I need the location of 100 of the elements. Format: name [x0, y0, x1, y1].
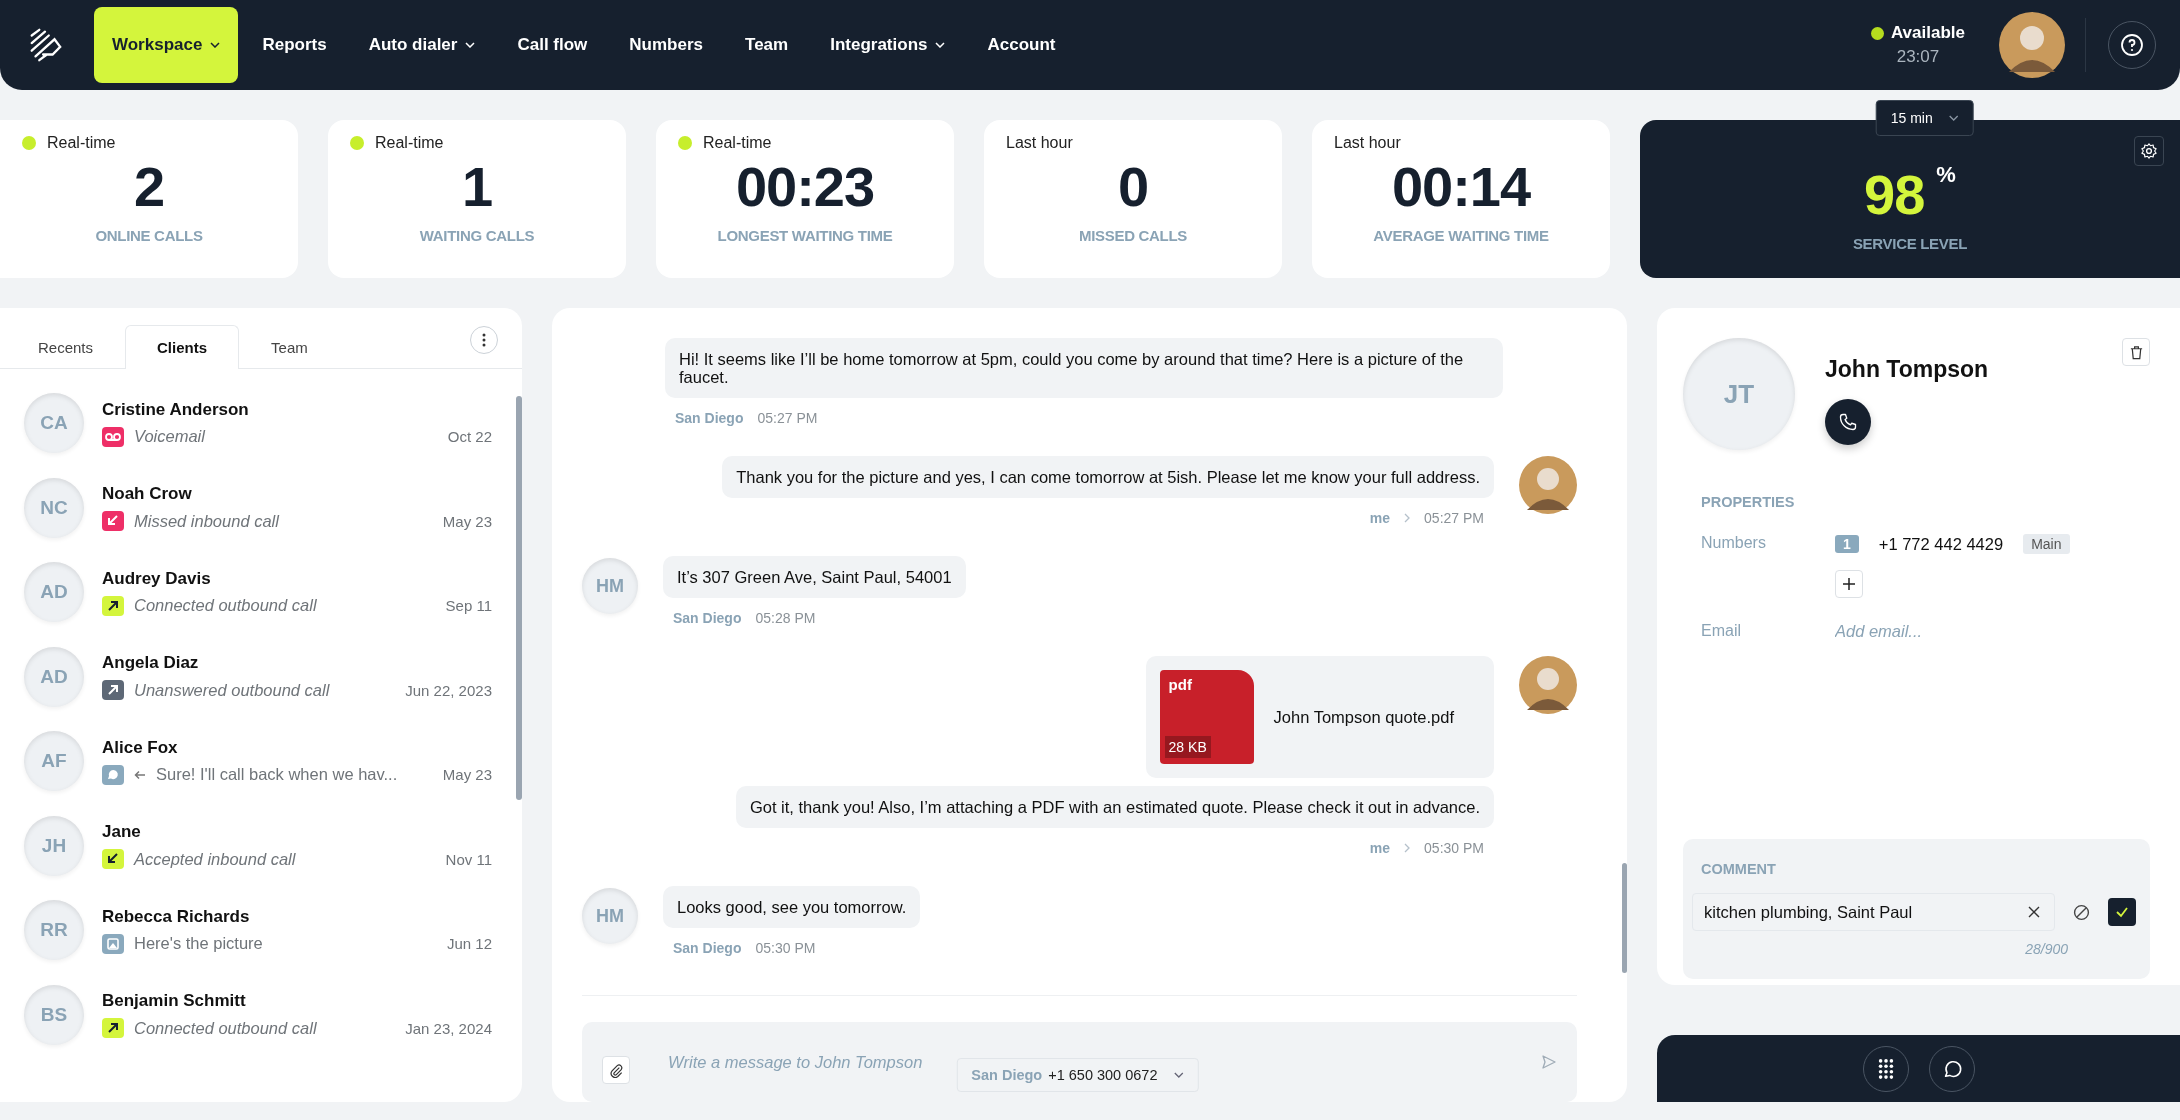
- contact-item[interactable]: AD Audrey Davis Connected outbound call Sep 11: [24, 550, 492, 635]
- contact-date: Nov 11: [445, 850, 492, 868]
- contact-item[interactable]: AF Alice Fox Sure! I'll call back when we hav... May 23: [24, 719, 492, 804]
- stat-label: ONLINE CALLS: [95, 227, 203, 244]
- client-avatar: HM: [582, 558, 638, 614]
- clear-icon[interactable]: [2028, 906, 2040, 918]
- stat-period: Last hour: [1334, 134, 1401, 152]
- message-bubble: Thank you for the picture and yes, I can come tomorrow at 5ish. Please let me know your full address.: [722, 456, 1494, 498]
- contact-name: Audrey Davis: [102, 568, 212, 589]
- nav-item[interactable]: Account: [969, 7, 1074, 83]
- comment-field[interactable]: kitchen plumbing, Saint Paul: [1692, 893, 2055, 931]
- file-size: 28 KB: [1164, 736, 1211, 758]
- stat-period: Real-time: [47, 134, 116, 152]
- message-time: 05:27 PM: [1424, 510, 1484, 526]
- nav-item[interactable]: Integrations: [812, 7, 964, 83]
- contact-item[interactable]: AD Angela Diaz Unanswered outbound call Jun 22, 2023: [24, 634, 492, 719]
- nav-item[interactable]: Call flow: [499, 7, 606, 83]
- message-time: 05:30 PM: [755, 940, 816, 956]
- contact-last-activity: Connected outbound call: [134, 596, 317, 616]
- contact-item[interactable]: JH Jane Accepted inbound call Nov 11: [24, 803, 492, 888]
- contact-item[interactable]: NC Noah Crow Missed inbound call May 23: [24, 465, 492, 550]
- contact-item[interactable]: CA Cristine Anderson Voicemail Oct 22: [24, 381, 492, 466]
- message-sender: me: [1369, 840, 1391, 856]
- tab[interactable]: Recents: [6, 325, 126, 369]
- contact-avatar: AD: [24, 562, 84, 623]
- stat-value: 00:23: [735, 154, 875, 219]
- contact-avatar: CA: [24, 393, 84, 454]
- contact-avatar: RR: [24, 900, 84, 961]
- client-avatar: HM: [582, 888, 638, 944]
- character-counter: 28/900: [2025, 941, 2068, 957]
- file-attachment[interactable]: pdf 28 KB John Tompson quote.pdf: [1145, 656, 1494, 778]
- file-name: John Tompson quote.pdf: [1273, 708, 1454, 726]
- phone-icon: [1838, 412, 1858, 432]
- contact-date: Sep 11: [445, 597, 492, 615]
- stat-label: SERVICE LEVEL: [1852, 235, 1968, 252]
- contact-item[interactable]: RR Rebecca Richards Here's the picture Jun 12: [24, 888, 492, 973]
- contact-last-activity: Here's the picture: [134, 934, 263, 954]
- scrollbar[interactable]: [1622, 863, 1627, 973]
- arrow-left-icon: [134, 769, 146, 780]
- stat-label: MISSED CALLS: [1078, 227, 1188, 244]
- message-bubble: Got it, thank you! Also, I’m attaching a PDF with an estimated quote. Please check it out in advance.: [735, 786, 1494, 828]
- nav-item[interactable]: Workspace: [94, 7, 239, 83]
- confirm-button[interactable]: [2108, 898, 2136, 926]
- nav-item[interactable]: Reports: [244, 7, 345, 83]
- contact-name: Noah Crow: [102, 484, 193, 505]
- chevron-right-icon: [1404, 513, 1411, 523]
- stat-value: 00:14: [1391, 154, 1531, 219]
- stat-label: AVERAGE WAITING TIME: [1373, 227, 1549, 244]
- percent-unit: %: [1936, 162, 1956, 188]
- tab[interactable]: Team: [239, 325, 340, 369]
- nav-item[interactable]: Auto dialer: [350, 7, 494, 83]
- comment-text-input[interactable]: kitchen plumbing, Saint Paul: [1702, 901, 2028, 923]
- contact-date: Jun 22, 2023: [405, 681, 492, 699]
- contact-avatar: NC: [24, 477, 84, 538]
- tab[interactable]: Clients: [125, 325, 240, 369]
- stat-label: WAITING CALLS: [419, 227, 535, 244]
- settings-button[interactable]: [2134, 136, 2164, 166]
- contact-last-activity: Accepted inbound call: [134, 849, 296, 869]
- status-label[interactable]: Available: [1890, 23, 1965, 43]
- message-time: 05:27 PM: [757, 410, 818, 426]
- section-heading: COMMENT: [1701, 861, 1777, 877]
- stat-period: Real-time: [375, 134, 444, 152]
- contact-avatar: AF: [24, 731, 84, 792]
- contact-name: John Tompson: [1825, 356, 1989, 383]
- voicemail-icon: [102, 426, 124, 447]
- attach-button[interactable]: [602, 1056, 630, 1084]
- cancel-icon[interactable]: [2073, 903, 2090, 921]
- nav-item[interactable]: Team: [727, 7, 807, 83]
- settings-icon: [2140, 142, 2158, 160]
- stat-value: 0: [1117, 154, 1149, 219]
- interval-dropdown[interactable]: 15 min: [1875, 100, 1974, 136]
- email-field[interactable]: Add email...: [1835, 622, 2085, 641]
- contact-date: May 23: [442, 766, 492, 784]
- status-time: 23:07: [1896, 47, 1940, 67]
- contact-last-activity: Sure! I'll call back when we hav...: [156, 765, 398, 785]
- contact-item[interactable]: BS Benjamin Schmitt Connected outbound call Jan 23, 2024: [24, 972, 492, 1057]
- contact-avatar: JH: [24, 815, 84, 876]
- stat-label: LONGEST WAITING TIME: [717, 227, 893, 244]
- stat-value: 2: [133, 154, 165, 219]
- stat-period: Real-time: [703, 134, 772, 152]
- nav-item[interactable]: Numbers: [611, 7, 722, 83]
- contact-name: Rebecca Richards: [102, 906, 251, 927]
- image-icon: [102, 933, 124, 954]
- contact-date: Jun 12: [446, 935, 492, 953]
- caller-line-dropdown[interactable]: San Diego +1 650 300 0672: [956, 1058, 1199, 1092]
- caret-icon: [1173, 1072, 1184, 1078]
- more-icon: [482, 333, 486, 347]
- contact-last-activity: Unanswered outbound call: [134, 680, 330, 700]
- field-label: Numbers: [1701, 534, 1767, 552]
- user-avatar[interactable]: [1999, 12, 2065, 78]
- plus-icon: [1842, 577, 1856, 591]
- call-button[interactable]: [1825, 399, 1871, 445]
- add-number-button[interactable]: [1835, 570, 1863, 598]
- message-time: 05:30 PM: [1424, 840, 1484, 856]
- message-bubble: It’s 307 Green Ave, Saint Paul, 54001: [663, 556, 966, 598]
- caret-icon: [1948, 115, 1959, 121]
- delete-button[interactable]: [2122, 338, 2150, 366]
- phone-number: +1 772 442 4429: [1878, 534, 2004, 554]
- message-sender: San Diego: [675, 410, 744, 426]
- scrollbar[interactable]: [516, 396, 522, 800]
